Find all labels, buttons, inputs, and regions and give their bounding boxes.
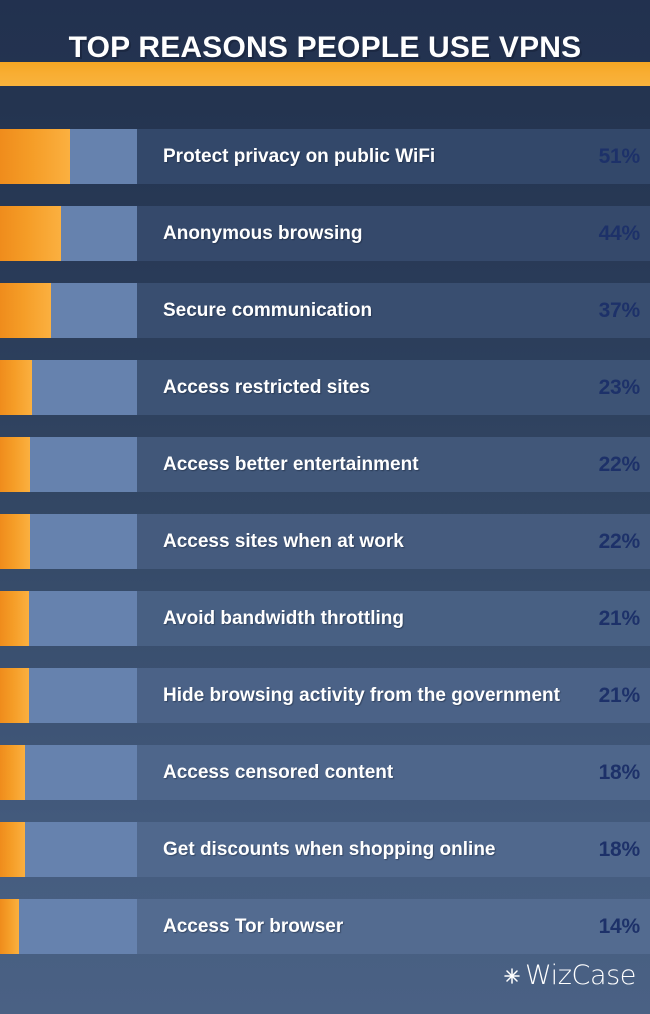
reason-label: Avoid bandwidth throttling — [163, 608, 404, 629]
footer: WizCase — [0, 954, 650, 1014]
percent-label: 51% — [598, 145, 641, 168]
chart-row: 22% Access better entertainment — [0, 437, 650, 492]
reason-label: Secure communication — [163, 300, 373, 321]
reason-label: Anonymous browsing — [163, 223, 363, 244]
wizcase-logo[interactable]: WizCase — [502, 962, 636, 989]
percent-label: 22% — [598, 530, 641, 553]
value-bar — [0, 206, 61, 261]
value-bar — [0, 591, 29, 646]
chart-row: 21% Avoid bandwidth throttling — [0, 591, 650, 646]
infographic-canvas: TOP REASONS PEOPLE USE VPNS 51% Protect p… — [0, 0, 650, 1014]
chart-row: 51% Protect privacy on public WiFi — [0, 129, 650, 184]
reason-label: Access Tor browser — [163, 916, 344, 937]
value-bar — [0, 899, 19, 954]
reason-label: Access sites when at work — [163, 531, 404, 552]
percent-label: 14% — [598, 915, 641, 938]
value-bar — [0, 745, 25, 800]
reason-label: Protect privacy on public WiFi — [163, 146, 436, 167]
chart-row: 21% Hide browsing activity from the gover… — [0, 668, 650, 723]
header: TOP REASONS PEOPLE USE VPNS — [0, 0, 650, 120]
chart-row: 14% Access Tor browser — [0, 899, 650, 954]
reason-label: Access restricted sites — [163, 377, 371, 398]
asterisk-starburst-icon — [502, 966, 522, 986]
percent-label: 21% — [598, 684, 641, 707]
value-bar — [0, 514, 30, 569]
percent-label: 21% — [598, 607, 641, 630]
reason-label: Access censored content — [163, 762, 394, 783]
chart-row: 37% Secure communication — [0, 283, 650, 338]
chart-row: 18% Access censored content — [0, 745, 650, 800]
reason-label: Hide browsing activity from the governme… — [163, 685, 560, 706]
percent-label: 23% — [598, 376, 641, 399]
percent-box — [0, 899, 137, 954]
value-bar — [0, 283, 51, 338]
value-bar — [0, 437, 30, 492]
value-bar — [0, 129, 70, 184]
chart-row: 44% Anonymous browsing — [0, 206, 650, 261]
percent-label: 18% — [598, 838, 641, 861]
chart-row: 18% Get discounts when shopping online — [0, 822, 650, 877]
bar-chart: 51% Protect privacy on public WiFi 44% Anon… — [0, 129, 650, 976]
percent-label: 44% — [598, 222, 641, 245]
wizcase-logo-text: WizCase — [524, 960, 636, 991]
reason-label: Access better entertainment — [163, 454, 419, 475]
chart-row: 23% Access restricted sites — [0, 360, 650, 415]
value-bar — [0, 360, 32, 415]
percent-label: 18% — [598, 761, 641, 784]
percent-label: 22% — [598, 453, 641, 476]
chart-row: 22% Access sites when at work — [0, 514, 650, 569]
page-title: TOP REASONS PEOPLE USE VPNS — [68, 31, 582, 64]
value-bar — [0, 822, 25, 877]
value-bar — [0, 668, 29, 723]
reason-label: Get discounts when shopping online — [163, 839, 496, 860]
percent-label: 37% — [598, 299, 641, 322]
